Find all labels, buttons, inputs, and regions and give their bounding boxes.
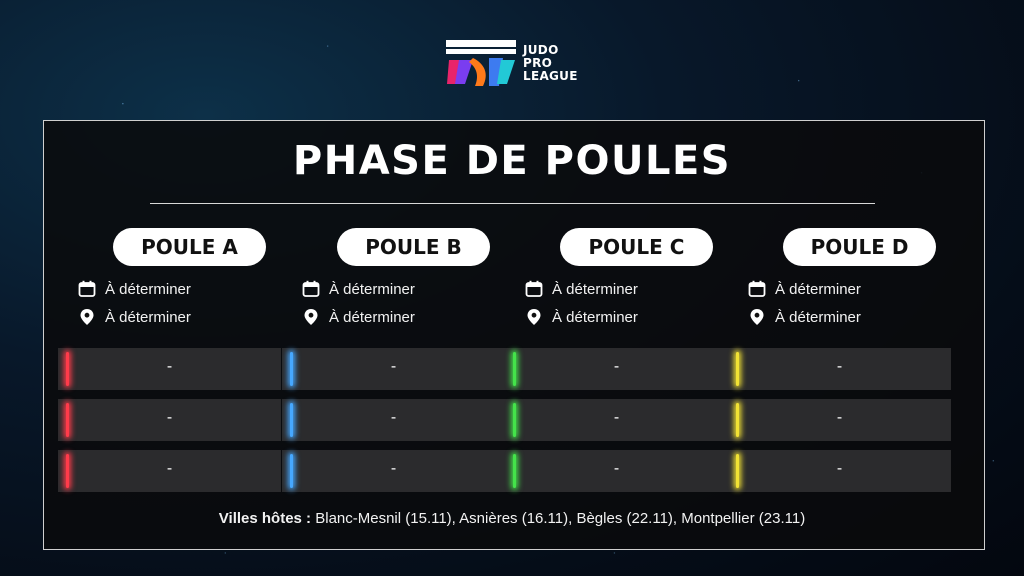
pool-d-slot-3: - xyxy=(728,450,951,492)
pool-b: POULE B À déterminer À déterminer - - - xyxy=(282,228,505,492)
pool-d: POULE D À déterminer À déterminer - - - xyxy=(728,228,951,492)
slot-value: - xyxy=(390,460,397,477)
pool-c-slot-1: - xyxy=(505,348,728,390)
map-pin-icon xyxy=(302,308,320,326)
slot-value: - xyxy=(836,409,843,426)
pool-d-date-text: À déterminer xyxy=(775,280,861,298)
title-divider xyxy=(150,203,875,204)
pool-d-location-text: À déterminer xyxy=(775,308,861,326)
pool-a-slot-2: - xyxy=(58,399,281,441)
pool-a-label: POULE A xyxy=(113,228,266,266)
pool-b-slot-3: - xyxy=(282,450,505,492)
logo-wordmark: JUDO PRO LEAGUE xyxy=(523,42,578,83)
host-cities: Villes hôtes : Blanc-Mesnil (15.11), Asn… xyxy=(0,510,1024,527)
pool-b-label: POULE B xyxy=(337,228,490,266)
pool-c-slot-3: - xyxy=(505,450,728,492)
calendar-icon xyxy=(78,280,96,298)
pool-a-location-text: À déterminer xyxy=(105,308,191,326)
slot-value: - xyxy=(613,409,620,426)
pool-a-date: À déterminer xyxy=(78,275,281,303)
slot-value: - xyxy=(613,460,620,477)
calendar-icon xyxy=(525,280,543,298)
pool-d-label: POULE D xyxy=(783,228,936,266)
pool-b-location: À déterminer xyxy=(302,303,505,331)
slot-value: - xyxy=(166,358,173,375)
map-pin-icon xyxy=(525,308,543,326)
slot-value: - xyxy=(390,409,397,426)
logo: JUDO PRO LEAGUE xyxy=(445,38,578,88)
pool-c-label: POULE C xyxy=(560,228,713,266)
pool-b-slot-2: - xyxy=(282,399,505,441)
pool-c-date: À déterminer xyxy=(525,275,728,303)
pool-a-location: À déterminer xyxy=(78,303,281,331)
pool-a-slot-3: - xyxy=(58,450,281,492)
pool-c-location: À déterminer xyxy=(525,303,728,331)
slot-value: - xyxy=(166,460,173,477)
pool-a-slot-1: - xyxy=(58,348,281,390)
logo-line-1: JUDO xyxy=(523,42,559,57)
logo-line-2: PRO xyxy=(523,55,553,70)
pool-d-slot-1: - xyxy=(728,348,951,390)
page-title: PHASE DE POULES xyxy=(292,138,732,184)
pool-d-date: À déterminer xyxy=(748,275,951,303)
pool-b-location-text: À déterminer xyxy=(329,308,415,326)
slot-value: - xyxy=(836,460,843,477)
slot-value: - xyxy=(166,409,173,426)
map-pin-icon xyxy=(78,308,96,326)
pool-b-slot-1: - xyxy=(282,348,505,390)
host-cities-label: Villes hôtes : xyxy=(218,510,312,527)
pool-c-location-text: À déterminer xyxy=(552,308,638,326)
slot-value: - xyxy=(390,358,397,375)
pool-a: POULE A À déterminer À déterminer - - - xyxy=(58,228,281,492)
logo-line-3: LEAGUE xyxy=(523,68,578,83)
map-pin-icon xyxy=(748,308,766,326)
calendar-icon xyxy=(302,280,320,298)
pool-c: POULE C À déterminer À déterminer - - - xyxy=(505,228,728,492)
pool-b-date-text: À déterminer xyxy=(329,280,415,298)
pool-d-slot-2: - xyxy=(728,399,951,441)
pool-c-slot-2: - xyxy=(505,399,728,441)
calendar-icon xyxy=(748,280,766,298)
pool-b-date: À déterminer xyxy=(302,275,505,303)
pool-c-date-text: À déterminer xyxy=(552,280,638,298)
slot-value: - xyxy=(613,358,620,375)
pool-d-location: À déterminer xyxy=(748,303,951,331)
pool-a-date-text: À déterminer xyxy=(105,280,191,298)
judo-pro-league-logo-mark xyxy=(446,40,516,86)
host-cities-list: Blanc-Mesnil (15.11), Asnières (16.11), … xyxy=(311,510,806,527)
slot-value: - xyxy=(836,358,843,375)
